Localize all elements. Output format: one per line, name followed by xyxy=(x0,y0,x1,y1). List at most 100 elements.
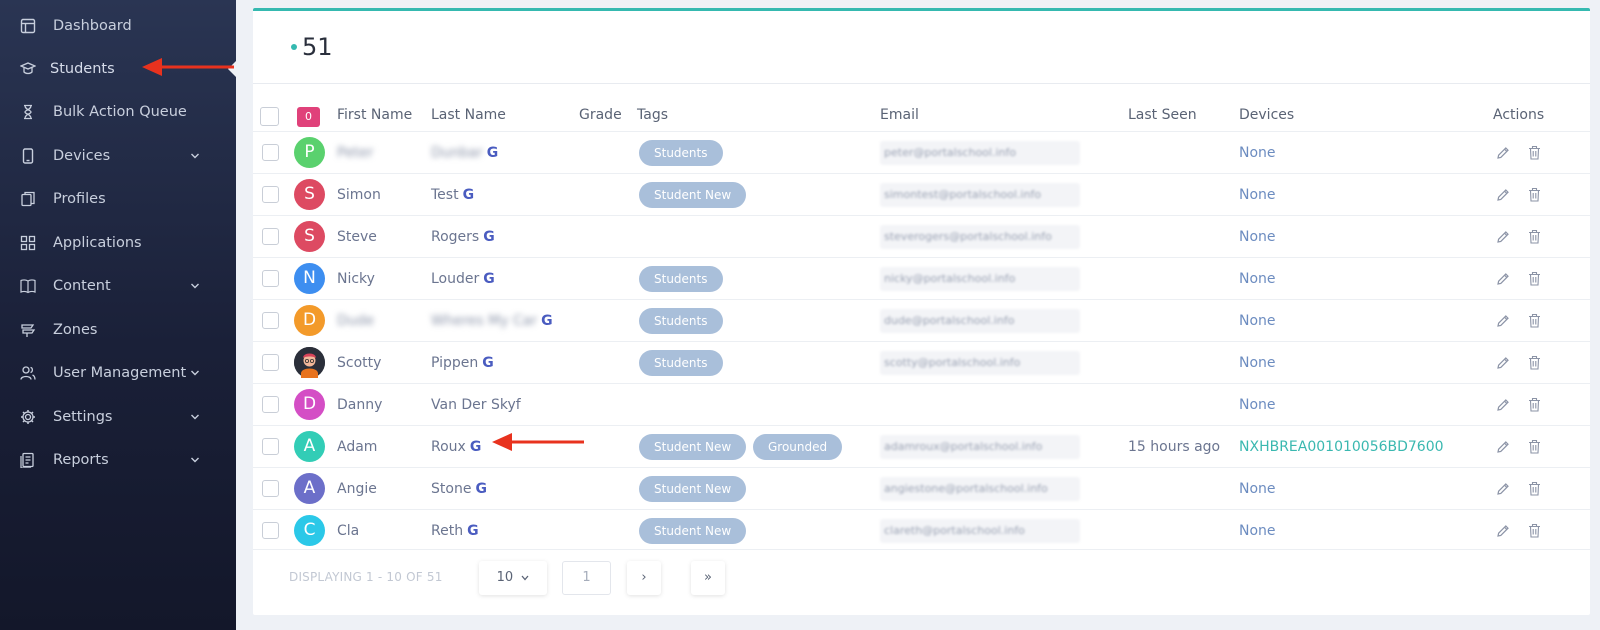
table-row[interactable]: D Dude Wheres My Car G Students dude@portalsc… xyxy=(253,299,1590,341)
page-size-select[interactable]: 10 xyxy=(479,561,547,595)
row-checkbox[interactable] xyxy=(262,228,279,245)
trash-icon[interactable] xyxy=(1528,229,1541,244)
email-cell[interactable]: peter@portalschool.info xyxy=(880,141,1080,165)
table-row[interactable]: Scotty Pippen G Students scotty@portalschool… xyxy=(253,341,1590,383)
row-checkbox[interactable] xyxy=(262,522,279,539)
last-name-cell[interactable]: Reth G xyxy=(431,523,479,539)
chevron-down-icon[interactable] xyxy=(190,369,200,377)
pencil-icon[interactable] xyxy=(1496,272,1510,286)
next-page-button[interactable]: › xyxy=(627,561,661,595)
page-number-input[interactable]: 1 xyxy=(562,561,611,595)
table-row[interactable]: P Peter Dunbar G Students peter@portalschool.… xyxy=(253,131,1590,173)
first-name-cell[interactable]: Steve xyxy=(337,229,377,245)
first-name-cell[interactable]: Peter xyxy=(337,145,373,161)
first-name-cell[interactable]: Angie xyxy=(337,481,377,497)
last-page-button[interactable]: » xyxy=(691,561,725,595)
chevron-down-icon[interactable] xyxy=(190,282,200,290)
row-checkbox[interactable] xyxy=(262,270,279,287)
tag-badge[interactable]: Student New xyxy=(639,182,747,208)
header-grade[interactable]: Grade xyxy=(579,107,622,123)
pencil-icon[interactable] xyxy=(1496,524,1510,538)
email-cell[interactable]: nicky@portalschool.info xyxy=(880,267,1080,291)
first-name-cell[interactable]: Nicky xyxy=(337,271,375,287)
sidebar-item-dashboard[interactable]: Dashboard xyxy=(0,8,236,44)
sidebar-item-profiles[interactable]: Profiles xyxy=(0,181,236,217)
device-cell[interactable]: NXHBREA001010056BD7600 xyxy=(1239,439,1444,455)
row-checkbox[interactable] xyxy=(262,186,279,203)
first-name-cell[interactable]: Danny xyxy=(337,397,382,413)
email-cell[interactable]: steverogers@portalschool.info xyxy=(880,225,1080,249)
header-last-name[interactable]: Last Name xyxy=(431,107,506,123)
row-checkbox[interactable] xyxy=(262,480,279,497)
email-cell[interactable]: simontest@portalschool.info xyxy=(880,183,1080,207)
chevron-down-icon[interactable] xyxy=(190,456,200,464)
row-checkbox[interactable] xyxy=(262,354,279,371)
trash-icon[interactable] xyxy=(1528,523,1541,538)
sidebar-item-content[interactable]: Content xyxy=(0,268,236,304)
sidebar-item-bulk-action-queue[interactable]: Bulk Action Queue xyxy=(0,94,236,130)
last-name-cell[interactable]: Pippen G xyxy=(431,355,494,371)
header-email[interactable]: Email xyxy=(880,107,919,123)
email-cell[interactable]: dude@portalschool.info xyxy=(880,309,1080,333)
table-row[interactable]: C Cla Reth G Student New clareth@portalschool… xyxy=(253,509,1590,551)
first-name-cell[interactable]: Adam xyxy=(337,439,377,455)
trash-icon[interactable] xyxy=(1528,439,1541,454)
header-first-name[interactable]: First Name xyxy=(337,107,412,123)
trash-icon[interactable] xyxy=(1528,145,1541,160)
tag-badge[interactable]: Students xyxy=(639,350,723,376)
tag-badge[interactable]: Student New xyxy=(639,434,747,460)
tag-badge[interactable]: Grounded xyxy=(753,434,843,460)
row-checkbox[interactable] xyxy=(262,396,279,413)
row-checkbox[interactable] xyxy=(262,144,279,161)
last-name-cell[interactable]: Rogers G xyxy=(431,229,495,245)
table-row[interactable]: A Angie Stone G Student New angiestone@portal… xyxy=(253,467,1590,509)
last-name-cell[interactable]: Louder G xyxy=(431,271,495,287)
first-name-cell[interactable]: Scotty xyxy=(337,355,381,371)
sidebar-item-zones[interactable]: Zones xyxy=(0,312,236,348)
trash-icon[interactable] xyxy=(1528,187,1541,202)
table-row[interactable]: A Adam Roux G Student New Grounded adamroux@po… xyxy=(253,425,1590,467)
trash-icon[interactable] xyxy=(1528,271,1541,286)
sidebar-item-devices[interactable]: Devices xyxy=(0,138,236,174)
pencil-icon[interactable] xyxy=(1496,398,1510,412)
sidebar-item-settings[interactable]: Settings xyxy=(0,399,236,435)
pencil-icon[interactable] xyxy=(1496,146,1510,160)
last-name-cell[interactable]: Stone G xyxy=(431,481,487,497)
email-cell[interactable]: adamroux@portalschool.info xyxy=(880,435,1080,459)
tag-badge[interactable]: Student New xyxy=(639,518,747,544)
trash-icon[interactable] xyxy=(1528,481,1541,496)
tag-badge[interactable]: Students xyxy=(639,308,723,334)
first-name-cell[interactable]: Cla xyxy=(337,523,359,539)
pencil-icon[interactable] xyxy=(1496,314,1510,328)
sidebar-item-reports[interactable]: Reports xyxy=(0,442,236,478)
row-checkbox[interactable] xyxy=(262,438,279,455)
pencil-icon[interactable] xyxy=(1496,482,1510,496)
tag-badge[interactable]: Students xyxy=(639,266,723,292)
pencil-icon[interactable] xyxy=(1496,188,1510,202)
trash-icon[interactable] xyxy=(1528,397,1541,412)
last-name-cell[interactable]: Roux G xyxy=(431,439,481,455)
last-name-cell[interactable]: Van Der Skyf xyxy=(431,397,521,413)
sidebar-item-applications[interactable]: Applications xyxy=(0,225,236,261)
trash-icon[interactable] xyxy=(1528,355,1541,370)
first-name-cell[interactable]: Dude xyxy=(337,313,374,329)
last-name-cell[interactable]: Test G xyxy=(431,187,474,203)
first-name-cell[interactable]: Simon xyxy=(337,187,381,203)
header-last-seen[interactable]: Last Seen xyxy=(1128,107,1197,123)
email-cell[interactable]: clareth@portalschool.info xyxy=(880,519,1080,543)
trash-icon[interactable] xyxy=(1528,313,1541,328)
tag-badge[interactable]: Students xyxy=(639,140,723,166)
sidebar-item-user-management[interactable]: User Management xyxy=(0,355,236,391)
pencil-icon[interactable] xyxy=(1496,230,1510,244)
email-cell[interactable]: angiestone@portalschool.info xyxy=(880,477,1080,501)
chevron-down-icon[interactable] xyxy=(190,152,200,160)
table-row[interactable]: N Nicky Louder G Students nicky@portalschool.… xyxy=(253,257,1590,299)
tag-badge[interactable]: Student New xyxy=(639,476,747,502)
pencil-icon[interactable] xyxy=(1496,356,1510,370)
row-checkbox[interactable] xyxy=(262,312,279,329)
last-name-cell[interactable]: Dunbar G xyxy=(431,145,498,161)
table-row[interactable]: D Danny Van Der Skyf None xyxy=(253,383,1590,425)
table-row[interactable]: S Simon Test G Student New simontest@portalsc… xyxy=(253,173,1590,215)
last-name-cell[interactable]: Wheres My Car G xyxy=(431,313,553,329)
chevron-down-icon[interactable] xyxy=(190,413,200,421)
